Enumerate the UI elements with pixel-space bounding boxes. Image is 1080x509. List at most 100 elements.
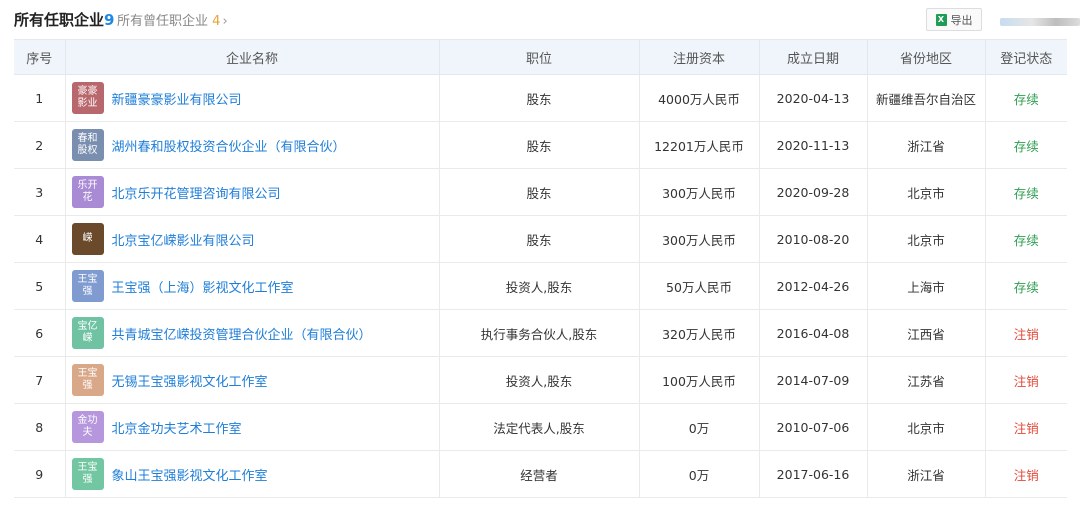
status-badge: 存续 bbox=[1013, 279, 1039, 295]
row-status: 存续 bbox=[984, 215, 1067, 263]
row-position: 股东 bbox=[438, 215, 640, 263]
row-capital: 100万人民币 bbox=[638, 356, 760, 404]
row-date: 2014-07-09 bbox=[758, 356, 868, 404]
status-badge: 注销 bbox=[1013, 373, 1039, 389]
company-logo[interactable]: 乐开花 bbox=[71, 176, 104, 208]
company-logo[interactable]: 豪豪影业 bbox=[71, 82, 104, 114]
row-company: 豪豪影业 新疆豪豪影业有限公司 bbox=[64, 74, 440, 122]
table-row: 4 嵘北京宝亿嵘影业有限公司 股东 300万人民币 2010-08-20 北京市 存续 bbox=[14, 215, 1067, 263]
row-seq: 1 bbox=[14, 74, 66, 122]
row-date: 2017-06-16 bbox=[758, 450, 868, 498]
companies-table: 序号 企业名称 职位 注册资本 成立日期 省份地区 登记状态 1 豪豪影业 新疆豪豪… bbox=[14, 39, 1067, 498]
company-logo[interactable]: 春和股权 bbox=[71, 129, 104, 161]
row-position: 股东 bbox=[438, 168, 640, 216]
table-row: 9 王宝强 象山王宝强影视文化工作室 经营者 0万 2017-06-16 浙江省 注销 bbox=[14, 450, 1067, 498]
row-date: 2020-11-13 bbox=[758, 121, 868, 169]
row-status: 存续 bbox=[984, 121, 1067, 169]
tab-former-label: 所有曾任职企业 bbox=[117, 14, 209, 29]
column-header-name: 企业名称 bbox=[64, 39, 440, 75]
company-logo[interactable]: 王宝强 bbox=[71, 458, 104, 490]
company-name-link[interactable]: 北京金功夫艺术工作室 bbox=[112, 418, 242, 437]
company-logo[interactable]: 王宝强 bbox=[71, 270, 104, 302]
row-capital: 4000万人民币 bbox=[638, 74, 760, 122]
row-status: 存续 bbox=[984, 168, 1067, 216]
blurred-area bbox=[1000, 18, 1080, 26]
row-status: 注销 bbox=[984, 356, 1067, 404]
row-position: 经营者 bbox=[438, 450, 640, 498]
company-logo[interactable]: 金功夫 bbox=[71, 411, 104, 443]
row-position: 执行事务合伙人,股东 bbox=[438, 309, 640, 357]
row-seq: 5 bbox=[14, 262, 66, 310]
row-date: 2016-04-08 bbox=[758, 309, 868, 357]
row-company: 春和股权 湖州春和股权投资合伙企业（有限合伙） bbox=[64, 121, 440, 169]
row-position: 股东 bbox=[438, 121, 640, 169]
tab-current-companies[interactable]: 所有任职企业9 bbox=[14, 9, 114, 30]
row-capital: 300万人民币 bbox=[638, 168, 760, 216]
row-company: 王宝强 无锡王宝强影视文化工作室 bbox=[64, 356, 440, 404]
row-province: 新疆维吾尔自治区 bbox=[866, 74, 986, 122]
row-province: 江西省 bbox=[866, 309, 986, 357]
company-name-link[interactable]: 王宝强（上海）影视文化工作室 bbox=[112, 277, 294, 296]
company-logo[interactable]: 宝亿嵘 bbox=[71, 317, 104, 349]
table-row: 8 金功夫 北京金功夫艺术工作室 法定代表人,股东 0万 2010-07-06 北京市 注销 bbox=[14, 403, 1067, 451]
row-status: 注销 bbox=[984, 309, 1067, 357]
status-badge: 存续 bbox=[1013, 91, 1039, 107]
company-name-link[interactable]: 北京乐开花管理咨询有限公司 bbox=[112, 183, 281, 202]
column-header-date: 成立日期 bbox=[758, 39, 868, 75]
row-seq: 3 bbox=[14, 168, 66, 216]
table-row: 7 王宝强 无锡王宝强影视文化工作室 投资人,股东 100万人民币 2014-07-09 江… bbox=[14, 356, 1067, 404]
table-row: 2 春和股权 湖州春和股权投资合伙企业（有限合伙） 股东 12201万人民币 2020-1… bbox=[14, 121, 1067, 169]
column-header-position: 职位 bbox=[438, 39, 640, 75]
row-position: 股东 bbox=[438, 74, 640, 122]
row-seq: 8 bbox=[14, 403, 66, 451]
table-header-row: 序号 企业名称 职位 注册资本 成立日期 省份地区 登记状态 bbox=[14, 39, 1067, 75]
row-capital: 300万人民币 bbox=[638, 215, 760, 263]
company-logo[interactable]: 嵘 bbox=[71, 223, 104, 255]
row-province: 江苏省 bbox=[866, 356, 986, 404]
row-province: 北京市 bbox=[866, 168, 986, 216]
row-province: 北京市 bbox=[866, 215, 986, 263]
excel-icon: X bbox=[935, 13, 947, 26]
row-company: 金功夫 北京金功夫艺术工作室 bbox=[64, 403, 440, 451]
row-date: 2010-07-06 bbox=[758, 403, 868, 451]
row-capital: 0万 bbox=[638, 450, 760, 498]
row-province: 浙江省 bbox=[866, 450, 986, 498]
row-seq: 6 bbox=[14, 309, 66, 357]
company-name-link[interactable]: 新疆豪豪影业有限公司 bbox=[112, 89, 242, 108]
column-header-seq: 序号 bbox=[14, 39, 66, 75]
status-badge: 注销 bbox=[1013, 420, 1039, 436]
tab-former-count: 4 bbox=[212, 14, 221, 29]
row-seq: 4 bbox=[14, 215, 66, 263]
status-badge: 存续 bbox=[1013, 185, 1039, 201]
row-date: 2010-08-20 bbox=[758, 215, 868, 263]
row-capital: 50万人民币 bbox=[638, 262, 760, 310]
row-status: 存续 bbox=[984, 262, 1067, 310]
company-name-link[interactable]: 无锡王宝强影视文化工作室 bbox=[112, 371, 268, 390]
status-badge: 注销 bbox=[1013, 467, 1039, 483]
row-company: 王宝强 象山王宝强影视文化工作室 bbox=[64, 450, 440, 498]
row-province: 北京市 bbox=[866, 403, 986, 451]
row-date: 2020-04-13 bbox=[758, 74, 868, 122]
row-position: 投资人,股东 bbox=[438, 262, 640, 310]
row-date: 2020-09-28 bbox=[758, 168, 868, 216]
company-name-link[interactable]: 象山王宝强影视文化工作室 bbox=[112, 465, 268, 484]
column-header-capital: 注册资本 bbox=[638, 39, 760, 75]
table-row: 6 宝亿嵘 共青城宝亿嵘投资管理合伙企业（有限合伙） 执行事务合伙人,股东 320万人民… bbox=[14, 309, 1067, 357]
export-button[interactable]: X 导出 bbox=[926, 8, 982, 31]
company-name-link[interactable]: 湖州春和股权投资合伙企业（有限合伙） bbox=[112, 136, 346, 155]
row-date: 2012-04-26 bbox=[758, 262, 868, 310]
row-seq: 2 bbox=[14, 121, 66, 169]
row-status: 注销 bbox=[984, 450, 1067, 498]
company-logo[interactable]: 王宝强 bbox=[71, 364, 104, 396]
chevron-right-icon: › bbox=[222, 14, 228, 29]
row-capital: 0万 bbox=[638, 403, 760, 451]
column-header-province: 省份地区 bbox=[866, 39, 986, 75]
row-province: 浙江省 bbox=[866, 121, 986, 169]
row-company: 乐开花 北京乐开花管理咨询有限公司 bbox=[64, 168, 440, 216]
tab-current-label: 所有任职企业 bbox=[14, 11, 105, 29]
row-company: 王宝强 王宝强（上海）影视文化工作室 bbox=[64, 262, 440, 310]
company-name-link[interactable]: 共青城宝亿嵘投资管理合伙企业（有限合伙） bbox=[112, 324, 372, 343]
tab-former-companies[interactable]: 所有曾任职企业 4 › bbox=[117, 10, 228, 29]
company-name-link[interactable]: 北京宝亿嵘影业有限公司 bbox=[112, 230, 255, 249]
section-header: 所有任职企业9 所有曾任职企业 4 › X 导出 bbox=[0, 0, 1080, 38]
